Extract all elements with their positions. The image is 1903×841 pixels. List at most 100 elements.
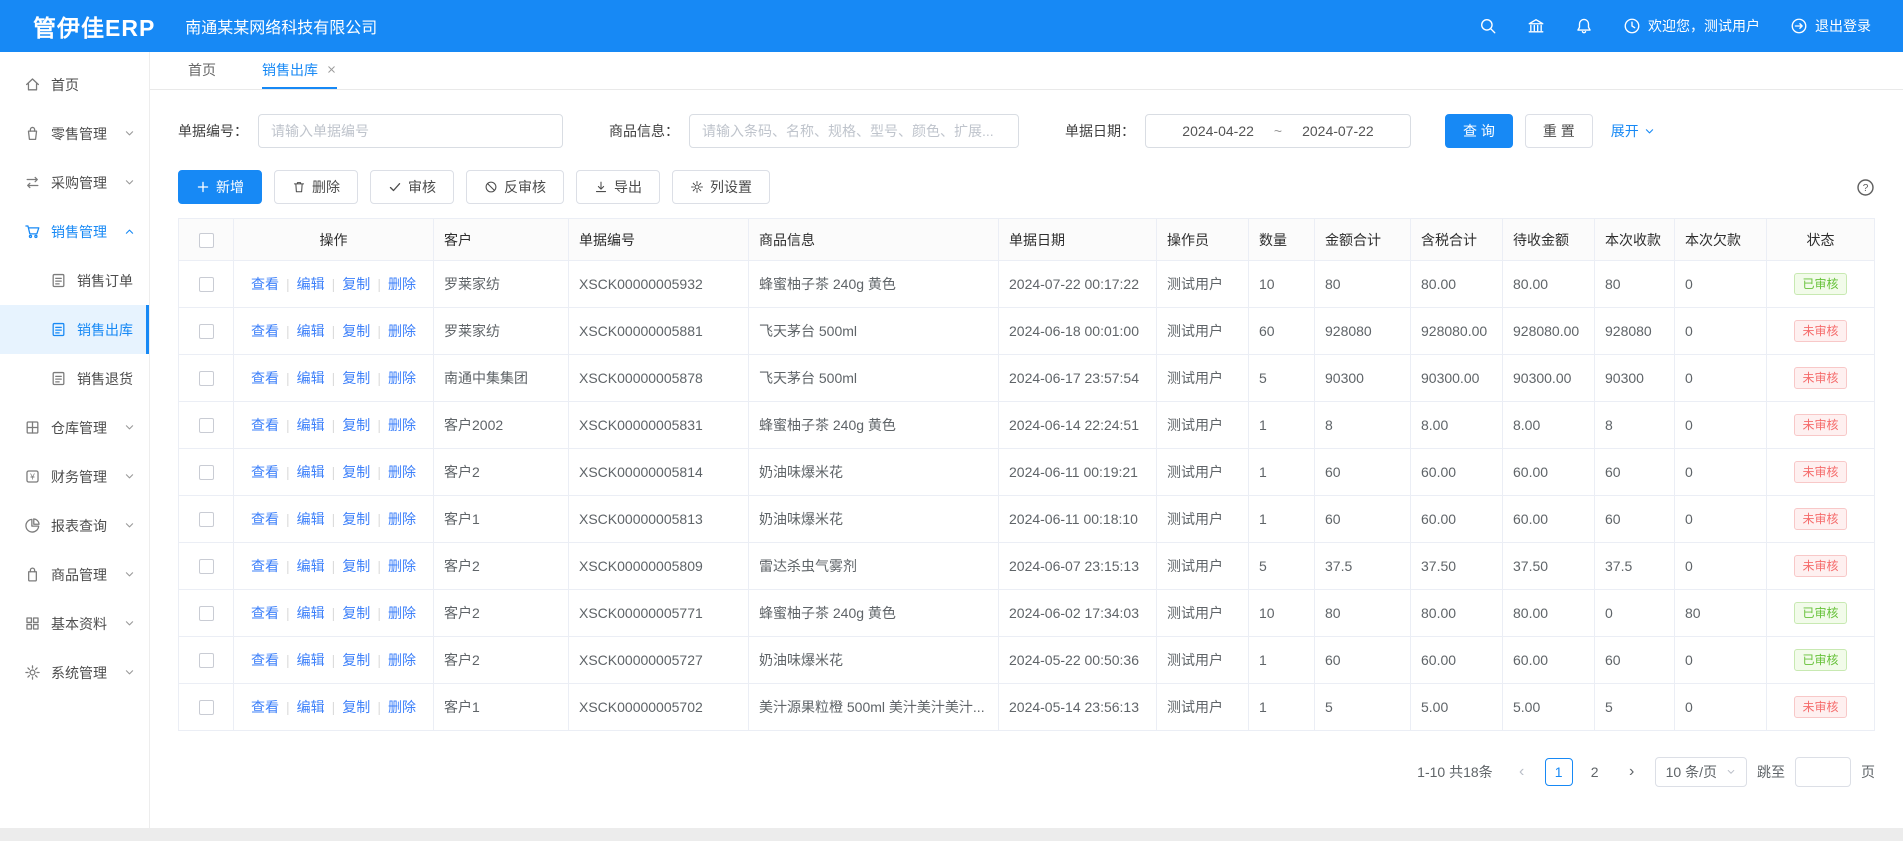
- unaudit-button[interactable]: 反审核: [466, 170, 564, 204]
- sidebar-item-sales[interactable]: 销售管理: [0, 207, 149, 256]
- status-cell: 未审核: [1767, 355, 1875, 402]
- delete-link[interactable]: 删除: [388, 558, 416, 574]
- copy-link[interactable]: 复制: [342, 511, 370, 527]
- delete-link[interactable]: 删除: [388, 605, 416, 621]
- copy-link[interactable]: 复制: [342, 370, 370, 386]
- delete-link[interactable]: 删除: [388, 323, 416, 339]
- edit-link[interactable]: 编辑: [297, 699, 325, 715]
- reset-button[interactable]: 重 置: [1525, 114, 1593, 148]
- delete-link[interactable]: 删除: [388, 370, 416, 386]
- date-from[interactable]: 2024-04-22: [1182, 123, 1254, 139]
- column-header: 本次欠款: [1675, 219, 1767, 261]
- edit-link[interactable]: 编辑: [297, 370, 325, 386]
- select-all-checkbox[interactable]: [199, 233, 214, 248]
- action-separator: |: [377, 652, 381, 668]
- ban-icon: [484, 180, 498, 194]
- row-checkbox[interactable]: [199, 700, 214, 715]
- add-button[interactable]: 新增: [178, 170, 262, 204]
- audit-button[interactable]: 审核: [370, 170, 454, 204]
- view-link[interactable]: 查看: [251, 558, 279, 574]
- delete-button[interactable]: 删除: [274, 170, 358, 204]
- prev-page-button[interactable]: ‹: [1509, 758, 1535, 786]
- row-checkbox[interactable]: [199, 324, 214, 339]
- view-link[interactable]: 查看: [251, 652, 279, 668]
- view-link[interactable]: 查看: [251, 699, 279, 715]
- sidebar-item-retail[interactable]: 零售管理: [0, 109, 149, 158]
- sidebar-item-home[interactable]: 首页: [0, 60, 149, 109]
- row-checkbox[interactable]: [199, 371, 214, 386]
- view-link[interactable]: 查看: [251, 370, 279, 386]
- edit-link[interactable]: 编辑: [297, 276, 325, 292]
- row-checkbox[interactable]: [199, 277, 214, 292]
- copy-link[interactable]: 复制: [342, 417, 370, 433]
- edit-link[interactable]: 编辑: [297, 605, 325, 621]
- welcome-user[interactable]: 欢迎您，测试用户: [1623, 16, 1760, 36]
- columns-button[interactable]: 列设置: [672, 170, 770, 204]
- edit-link[interactable]: 编辑: [297, 323, 325, 339]
- view-link[interactable]: 查看: [251, 464, 279, 480]
- view-link[interactable]: 查看: [251, 276, 279, 292]
- sidebar-item-sales-order[interactable]: 销售订单: [0, 256, 149, 305]
- row-checkbox[interactable]: [199, 418, 214, 433]
- customer-cell: 客户1: [434, 684, 569, 731]
- view-link[interactable]: 查看: [251, 511, 279, 527]
- row-checkbox[interactable]: [199, 653, 214, 668]
- row-checkbox[interactable]: [199, 559, 214, 574]
- action-separator: |: [377, 699, 381, 715]
- sidebar-item-sales-return[interactable]: 销售退货: [0, 354, 149, 403]
- sidebar-item-warehouse[interactable]: 仓库管理: [0, 403, 149, 452]
- row-checkbox[interactable]: [199, 465, 214, 480]
- search-button[interactable]: 查 询: [1445, 114, 1513, 148]
- copy-link[interactable]: 复制: [342, 323, 370, 339]
- view-link[interactable]: 查看: [251, 605, 279, 621]
- help-icon[interactable]: ?: [1856, 178, 1875, 197]
- product-info-input[interactable]: [689, 114, 1019, 148]
- copy-link[interactable]: 复制: [342, 652, 370, 668]
- copy-link[interactable]: 复制: [342, 699, 370, 715]
- copy-link[interactable]: 复制: [342, 605, 370, 621]
- tab-home[interactable]: 首页: [188, 52, 216, 89]
- page-size-select[interactable]: 10 条/页: [1655, 757, 1747, 787]
- logout-button[interactable]: 退出登录: [1790, 16, 1871, 36]
- bank-icon[interactable]: [1527, 17, 1545, 35]
- sidebar-item-purchase[interactable]: 采购管理: [0, 158, 149, 207]
- view-link[interactable]: 查看: [251, 417, 279, 433]
- search-icon[interactable]: [1479, 17, 1497, 35]
- jump-page-input[interactable]: [1795, 757, 1851, 787]
- edit-link[interactable]: 编辑: [297, 417, 325, 433]
- next-page-button[interactable]: ›: [1619, 758, 1645, 786]
- copy-link[interactable]: 复制: [342, 276, 370, 292]
- edit-link[interactable]: 编辑: [297, 511, 325, 527]
- copy-link[interactable]: 复制: [342, 464, 370, 480]
- sidebar-item-product[interactable]: 商品管理: [0, 550, 149, 599]
- copy-link[interactable]: 复制: [342, 558, 370, 574]
- delete-link[interactable]: 删除: [388, 699, 416, 715]
- date-range-picker[interactable]: 2024-04-22 ~ 2024-07-22: [1145, 114, 1411, 148]
- edit-link[interactable]: 编辑: [297, 652, 325, 668]
- edit-link[interactable]: 编辑: [297, 558, 325, 574]
- export-button[interactable]: 导出: [576, 170, 660, 204]
- order-no-input[interactable]: [258, 114, 563, 148]
- date-cell: 2024-06-17 23:57:54: [999, 355, 1157, 402]
- row-checkbox[interactable]: [199, 606, 214, 621]
- sidebar-item-sales-outbound[interactable]: 销售出库: [0, 305, 149, 354]
- sidebar-item-finance[interactable]: ¥财务管理: [0, 452, 149, 501]
- sidebar-item-system[interactable]: 系统管理: [0, 648, 149, 697]
- sidebar-item-basic[interactable]: 基本资料: [0, 599, 149, 648]
- page-button-2[interactable]: 2: [1581, 758, 1609, 786]
- sidebar-item-report[interactable]: 报表查询: [0, 501, 149, 550]
- delete-link[interactable]: 删除: [388, 464, 416, 480]
- expand-link[interactable]: 展开: [1611, 121, 1655, 141]
- row-checkbox[interactable]: [199, 512, 214, 527]
- delete-link[interactable]: 删除: [388, 652, 416, 668]
- edit-link[interactable]: 编辑: [297, 464, 325, 480]
- bell-icon[interactable]: [1575, 17, 1593, 35]
- delete-link[interactable]: 删除: [388, 276, 416, 292]
- view-link[interactable]: 查看: [251, 323, 279, 339]
- delete-link[interactable]: 删除: [388, 417, 416, 433]
- action-separator: |: [332, 558, 336, 574]
- page-button-1[interactable]: 1: [1545, 758, 1573, 786]
- delete-link[interactable]: 删除: [388, 511, 416, 527]
- tab-sales-outbound[interactable]: 销售出库: [262, 52, 337, 89]
- date-to[interactable]: 2024-07-22: [1302, 123, 1374, 139]
